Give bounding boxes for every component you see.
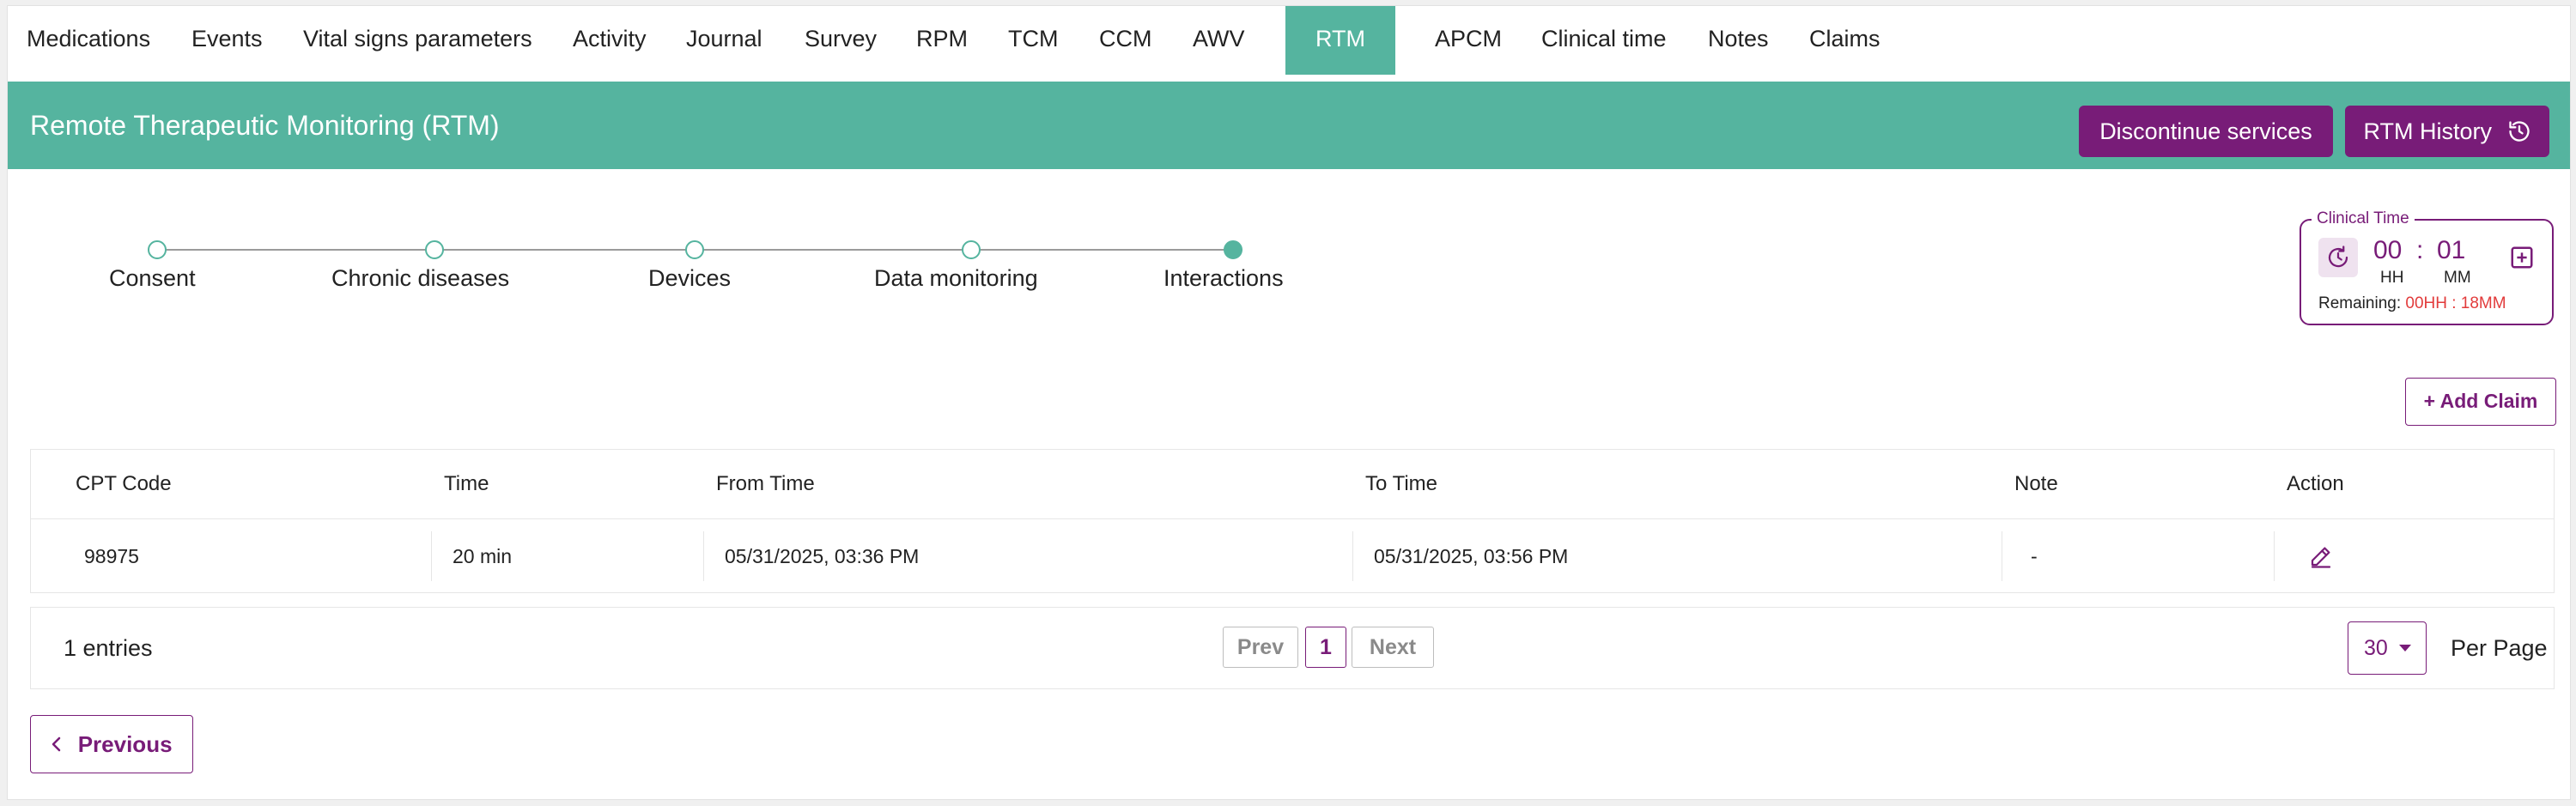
plus-square-icon (2509, 245, 2535, 270)
add-claim-label: + Add Claim (2423, 390, 2538, 412)
tab-rtm[interactable]: RTM (1285, 6, 1395, 75)
tab-tcm[interactable]: TCM (1008, 6, 1058, 75)
step-dot-interactions[interactable] (1224, 240, 1242, 259)
step-label-consent: Consent (109, 265, 196, 291)
add-time-button[interactable] (2509, 245, 2535, 270)
per-page-select[interactable]: 30 (2348, 621, 2427, 675)
tab-notes[interactable]: Notes (1708, 6, 1769, 75)
tab-activity[interactable]: Activity (573, 6, 647, 75)
column-divider (703, 531, 704, 581)
caret-down-icon (2398, 643, 2412, 653)
remaining-label: Remaining: (2318, 294, 2402, 312)
column-header-action: Action (2287, 472, 2344, 495)
entries-count: 1 entries (64, 635, 153, 661)
clinical-time-legend: Clinical Time (2312, 209, 2415, 228)
discontinue-services-label: Discontinue services (2099, 118, 2312, 144)
step-label-data-monitoring: Data monitoring (874, 265, 1038, 291)
step-dot-consent[interactable] (148, 240, 167, 259)
page-title: Remote Therapeutic Monitoring (RTM) (30, 110, 500, 141)
rtm-history-button[interactable]: RTM History (2345, 106, 2549, 157)
add-claim-button[interactable]: + Add Claim (2405, 378, 2556, 426)
clinical-time-hours: 00 (2373, 236, 2403, 264)
column-header-cpt-code: CPT Code (76, 472, 172, 495)
step-label-chronic-diseases: Chronic diseases (331, 265, 510, 291)
column-header-note: Note (2014, 472, 2058, 495)
minutes-unit-label: MM (2444, 269, 2471, 287)
history-icon (2507, 119, 2531, 143)
column-header-from-time: From Time (716, 472, 815, 495)
hours-unit-label: HH (2380, 269, 2404, 287)
clinical-time-minutes: 01 (2437, 236, 2466, 264)
app-frame: Medications Events Vital signs parameter… (7, 5, 2571, 800)
chevron-left-icon (51, 736, 63, 753)
previous-button[interactable]: Previous (30, 715, 193, 773)
remaining-time: Remaining: 00HH : 18MM (2318, 294, 2506, 313)
timer-refresh-button[interactable] (2318, 238, 2358, 277)
column-header-to-time: To Time (1365, 472, 1438, 495)
column-header-time: Time (444, 472, 489, 495)
top-tab-bar: Medications Events Vital signs parameter… (8, 6, 2570, 75)
discontinue-services-button[interactable]: Discontinue services (2079, 106, 2333, 157)
tab-survey[interactable]: Survey (805, 6, 877, 75)
tab-journal[interactable]: Journal (686, 6, 762, 75)
claims-table: CPT Code Time From Time To Time Note Act… (30, 449, 2555, 593)
tab-ccm[interactable]: CCM (1099, 6, 1152, 75)
step-dot-data-monitoring[interactable] (962, 240, 981, 259)
pencil-icon (2308, 543, 2334, 569)
tab-clinical-time[interactable]: Clinical time (1541, 6, 1667, 75)
next-page-button[interactable]: Next (1352, 627, 1434, 668)
cell-to-time: 05/31/2025, 03:56 PM (1374, 545, 1569, 567)
step-dot-chronic-diseases[interactable] (425, 240, 444, 259)
step-label-devices: Devices (648, 265, 732, 291)
edit-button[interactable] (2308, 543, 2334, 569)
clinical-time-widget: Clinical Time 00 : 01 HH MM Remaining: 0… (2300, 209, 2554, 325)
tab-medications[interactable]: Medications (27, 6, 150, 75)
page-number-button[interactable]: 1 (1305, 627, 1346, 668)
step-dot-devices[interactable] (685, 240, 704, 259)
per-page-label: Per Page (2451, 635, 2548, 661)
tab-apcm[interactable]: APCM (1435, 6, 1502, 75)
per-page-value: 30 (2364, 636, 2388, 660)
remaining-value: 00HH : 18MM (2405, 294, 2506, 312)
tab-claims[interactable]: Claims (1809, 6, 1880, 75)
table-row: 98975 20 min 05/31/2025, 03:36 PM 05/31/… (31, 518, 2554, 593)
tab-vital-signs-parameters[interactable]: Vital signs parameters (303, 6, 532, 75)
prev-page-button[interactable]: Prev (1223, 627, 1298, 668)
cell-time: 20 min (453, 545, 513, 567)
column-divider (431, 531, 432, 581)
cell-note: - (2031, 545, 2038, 567)
tab-awv[interactable]: AWV (1193, 6, 1245, 75)
previous-label: Previous (77, 731, 173, 757)
tab-rpm[interactable]: RPM (916, 6, 968, 75)
clinical-time-separator: : (2416, 236, 2424, 264)
rtm-history-label: RTM History (2363, 118, 2492, 144)
cell-cpt-code: 98975 (84, 545, 139, 567)
tab-events[interactable]: Events (191, 6, 263, 75)
column-divider (1352, 531, 1353, 581)
pagination-bar: 1 entries Prev 1 Next 30 Per Page (30, 607, 2555, 689)
cell-from-time: 05/31/2025, 03:36 PM (725, 545, 920, 567)
section-header: Remote Therapeutic Monitoring (RTM) Disc… (8, 82, 2570, 169)
timer-refresh-icon (2325, 245, 2351, 270)
step-label-interactions: Interactions (1163, 265, 1284, 291)
column-divider (2274, 531, 2275, 581)
